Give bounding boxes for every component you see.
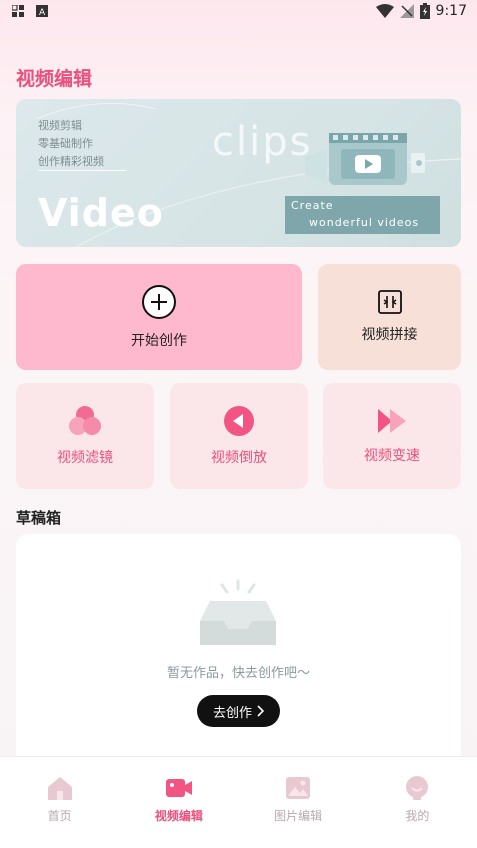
app-grid-icon: [12, 5, 24, 17]
clock: 9:17: [435, 3, 467, 19]
banner-caption-line1: Create: [291, 199, 334, 212]
video-splice-label: 视频拼接: [361, 327, 418, 343]
image-icon: [286, 777, 311, 799]
go-create-button[interactable]: 去创作: [197, 695, 280, 727]
nav-home-label: 首页: [47, 809, 72, 823]
banner-caption-line2: wonderful videos: [309, 216, 420, 229]
nav-profile[interactable]: 我的: [358, 757, 477, 848]
profile-icon: [406, 776, 429, 800]
filter-circles-icon: [69, 406, 101, 435]
video-speed-label: 视频变速: [364, 448, 420, 464]
nav-home[interactable]: 首页: [0, 757, 119, 848]
video-splice-card[interactable]: 视频拼接: [318, 264, 461, 370]
nav-profile-label: 我的: [405, 809, 430, 823]
font-a-icon: A: [36, 5, 48, 17]
empty-box-icon: [200, 579, 276, 645]
banner-line: 零基础制作: [38, 137, 93, 150]
nav-video-edit[interactable]: 视频编辑: [119, 757, 238, 848]
nav-video-edit-label: 视频编辑: [154, 809, 203, 823]
nav-image-edit[interactable]: 图片编辑: [239, 757, 358, 848]
start-create-card[interactable]: 开始创作: [16, 264, 302, 370]
video-reverse-card[interactable]: 视频倒放: [170, 383, 308, 489]
reverse-play-icon: [224, 406, 254, 436]
home-icon: [47, 777, 72, 800]
banner-line: 创作精彩视频: [38, 155, 104, 168]
battery-icon: [419, 3, 430, 19]
start-create-label: 开始创作: [131, 333, 187, 349]
banner-clips-text: clips: [212, 119, 313, 165]
banner-tagline: 视频剪辑 零基础制作 创作精彩视频: [38, 117, 104, 171]
video-filter-card[interactable]: 视频滤镜: [16, 383, 154, 489]
plus-circle-icon: [142, 285, 176, 319]
video-reverse-label: 视频倒放: [211, 450, 267, 466]
promo-banner[interactable]: 视频剪辑 零基础制作 创作精彩视频 Video clips Create won…: [16, 99, 461, 247]
go-create-label: 去创作: [212, 705, 252, 721]
drafts-title: 草稿箱: [16, 509, 62, 527]
wifi-icon: [375, 4, 394, 18]
no-signal-icon: [399, 4, 414, 18]
banner-underline: [38, 170, 126, 171]
svg-text:A: A: [39, 8, 46, 17]
fast-forward-icon: [378, 409, 406, 433]
video-camera-illustration: [305, 133, 425, 185]
empty-drafts-text: 暂无作品，快去创作吧～: [166, 666, 310, 681]
banner-line: 视频剪辑: [38, 119, 82, 132]
video-filter-label: 视频滤镜: [57, 450, 113, 466]
splice-icon: [377, 290, 402, 314]
chevron-right-icon: [257, 705, 264, 717]
bottom-nav: 首页 视频编辑 图片编辑 我的: [0, 756, 477, 848]
banner-caption: Create wonderful videos: [285, 196, 440, 234]
nav-image-edit-label: 图片编辑: [274, 809, 323, 823]
status-bar: A 9:17: [0, 0, 477, 26]
page-title: 视频编辑: [16, 68, 93, 90]
video-speed-card[interactable]: 视频变速: [323, 383, 461, 489]
video-camera-icon: [165, 779, 192, 797]
banner-video-text: Video: [38, 191, 164, 235]
drafts-panel: 暂无作品，快去创作吧～ 去创作: [16, 534, 461, 756]
